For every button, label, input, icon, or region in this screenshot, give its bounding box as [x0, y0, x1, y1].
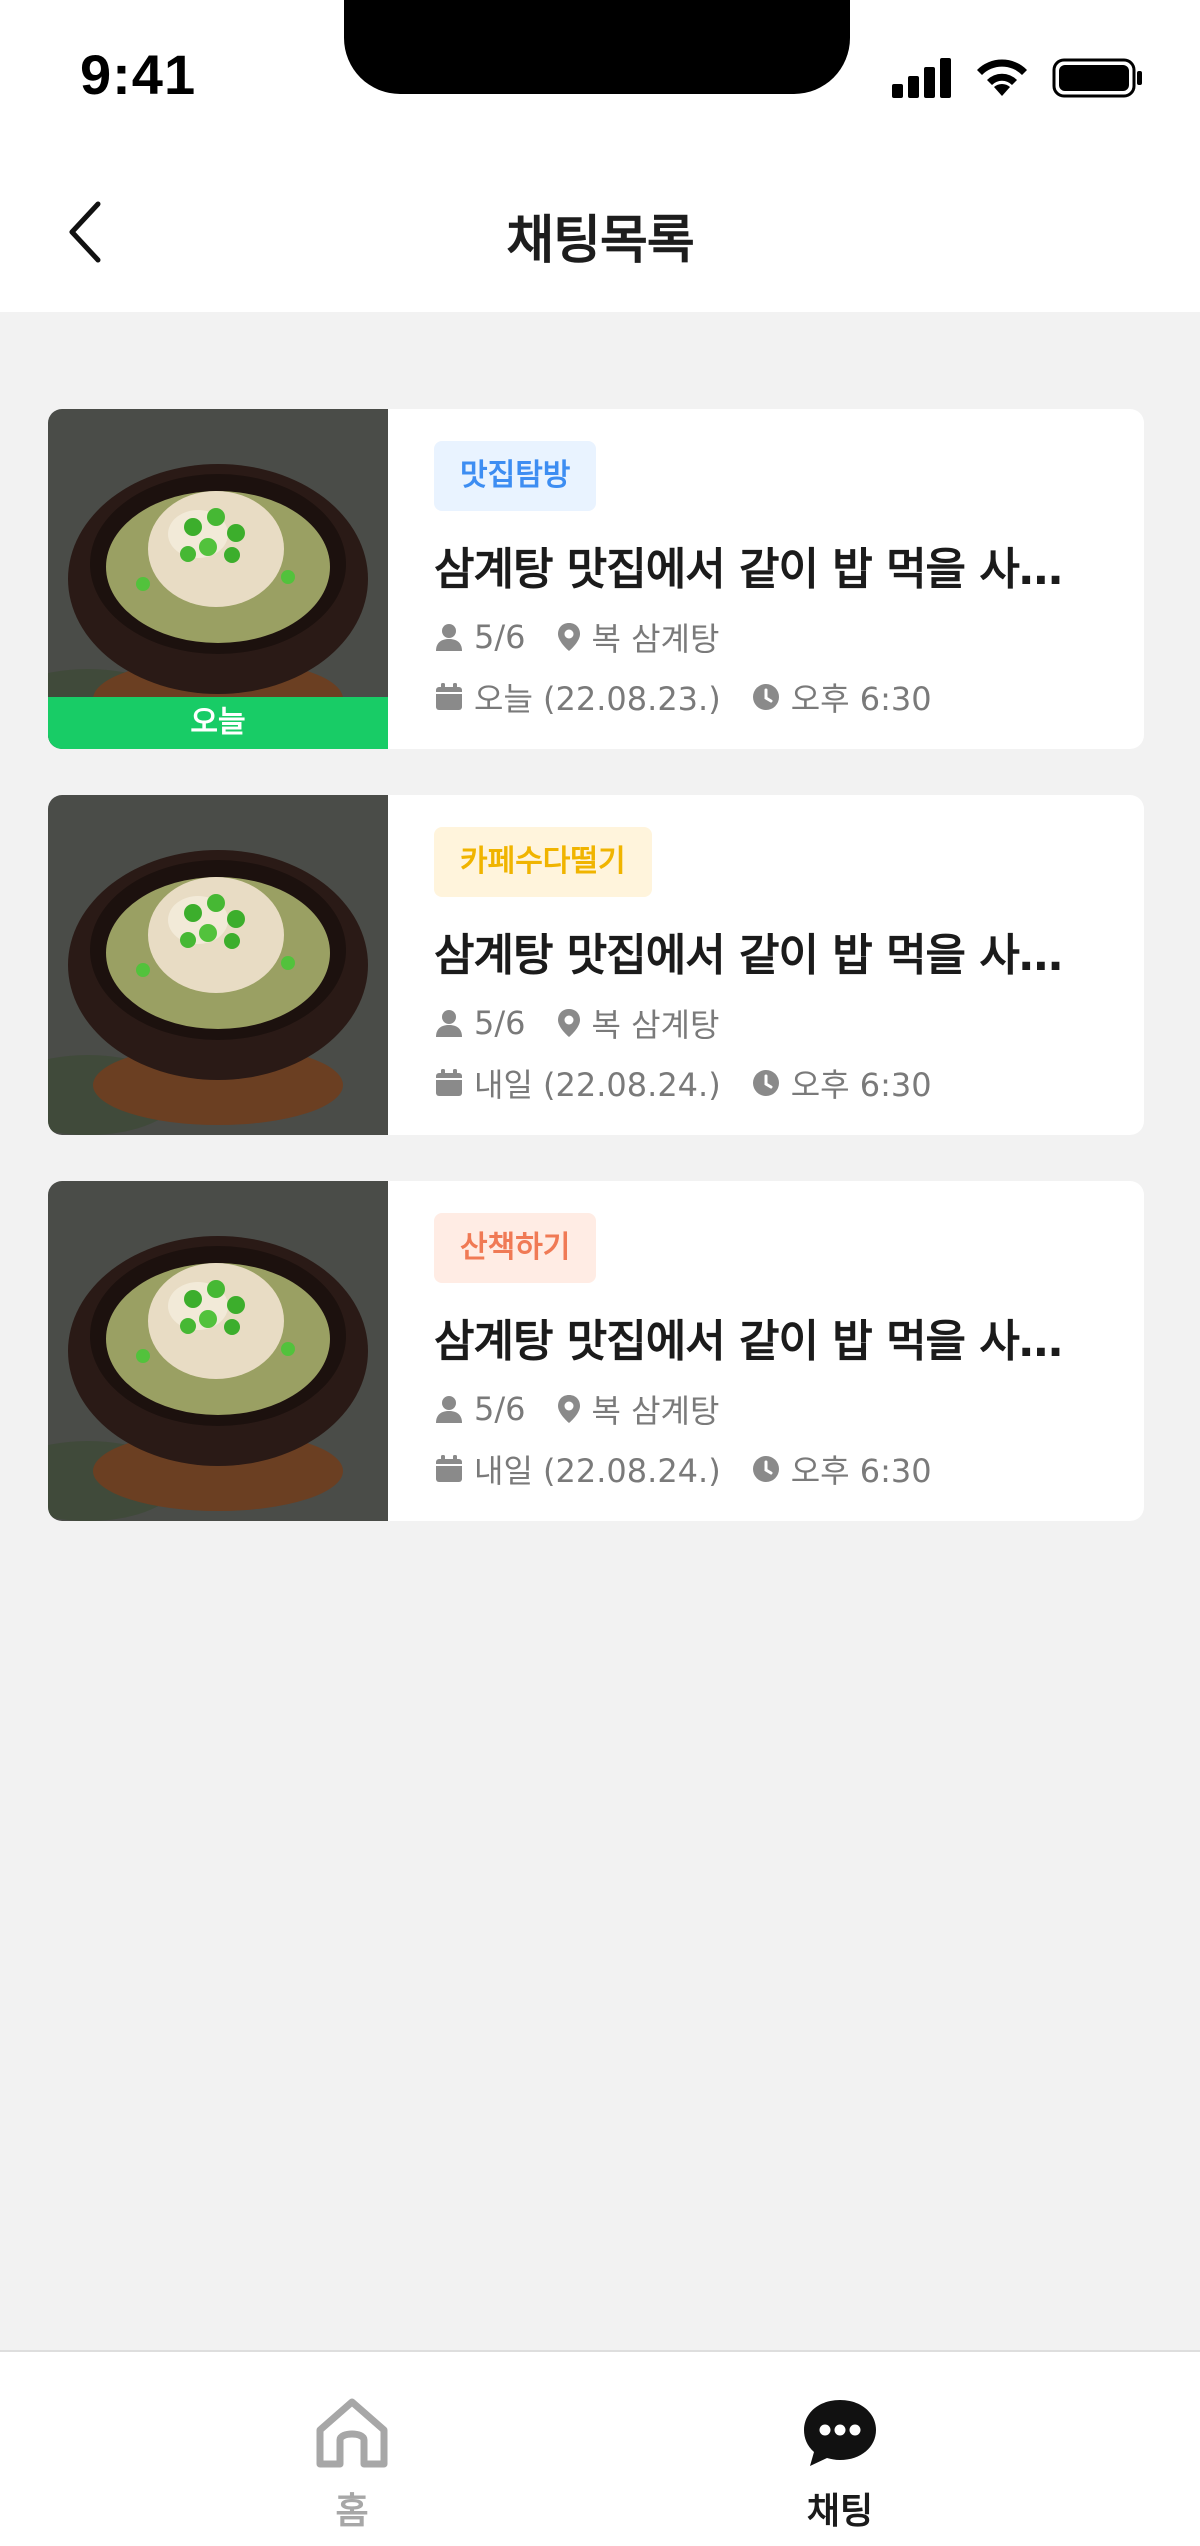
location-pin-icon — [557, 623, 580, 651]
calendar-icon — [436, 1455, 462, 1482]
app-header: 채팅목록 — [0, 150, 1200, 312]
category-tag: 산책하기 — [434, 1213, 597, 1283]
home-icon — [316, 2398, 388, 2468]
clock-icon — [752, 1070, 779, 1096]
status-icons — [890, 56, 1146, 104]
tab-home-label: 홈 — [335, 2491, 369, 2532]
date-time-row: 내일 (22.08.24.) 오후 6:30 — [434, 1061, 1100, 1105]
cellular-signal-icon — [892, 58, 951, 98]
meeting-date: 오늘 (22.08.23.) — [434, 674, 721, 720]
place-text: 복 삼계탕 — [591, 1006, 720, 1044]
calendar-icon — [436, 683, 462, 710]
members-count: 5/6 — [434, 1004, 526, 1042]
clock-icon — [752, 1456, 779, 1482]
calendar-icon — [436, 1069, 462, 1096]
category-tag: 카페수다떨기 — [434, 827, 652, 897]
place: 복 삼계탕 — [556, 614, 720, 660]
date-text: 내일 (22.08.24.) — [474, 1066, 721, 1104]
location-pin-icon — [557, 1009, 580, 1037]
date-text: 내일 (22.08.24.) — [474, 1452, 721, 1490]
tab-chat-label: 채팅 — [806, 2491, 874, 2532]
chat-room-card[interactable]: 오늘 맛집탐방 삼계탕 맛집에서 같이 밥 먹을 사… 5/6 복 삼계탕 오늘… — [48, 409, 1144, 749]
person-icon — [436, 624, 462, 651]
today-badge: 오늘 — [48, 697, 388, 749]
chat-room-info: 산책하기 삼계탕 맛집에서 같이 밥 먹을 사… 5/6 복 삼계탕 내일 (2… — [434, 1213, 1100, 1491]
members-location-row: 5/6 복 삼계탕 — [434, 1001, 1100, 1045]
members-count: 5/6 — [434, 1390, 526, 1428]
place-text: 복 삼계탕 — [591, 620, 720, 658]
members-text: 5/6 — [474, 1004, 526, 1042]
time-text: 오후 6:30 — [790, 1066, 932, 1104]
chat-room-thumbnail — [48, 1181, 388, 1521]
date-time-row: 오늘 (22.08.23.) 오후 6:30 — [434, 675, 1100, 719]
bottom-tab-bar: 홈 채팅 — [0, 2350, 1200, 2546]
members-count: 5/6 — [434, 618, 526, 656]
person-icon — [436, 1396, 462, 1423]
clock-icon — [752, 684, 779, 710]
meeting-date: 내일 (22.08.24.) — [434, 1060, 721, 1106]
chat-room-thumbnail: 오늘 — [48, 409, 388, 749]
wifi-icon — [977, 59, 1027, 96]
chat-room-info: 맛집탐방 삼계탕 맛집에서 같이 밥 먹을 사… 5/6 복 삼계탕 오늘 (2… — [434, 441, 1100, 719]
device-notch — [344, 0, 850, 94]
chat-room-title: 삼계탕 맛집에서 같이 밥 먹을 사… — [434, 930, 1063, 981]
chat-room-card[interactable]: 산책하기 삼계탕 맛집에서 같이 밥 먹을 사… 5/6 복 삼계탕 내일 (2… — [48, 1181, 1144, 1521]
meeting-date: 내일 (22.08.24.) — [434, 1446, 721, 1492]
person-icon — [436, 1010, 462, 1037]
category-tag: 맛집탐방 — [434, 441, 597, 511]
location-pin-icon — [557, 1395, 580, 1423]
battery-icon — [1052, 58, 1142, 98]
chat-room-info: 카페수다떨기 삼계탕 맛집에서 같이 밥 먹을 사… 5/6 복 삼계탕 내일 … — [434, 827, 1100, 1105]
chat-list-screen: 9:41 채팅목록 오늘 맛집탐방 삼계탕 맛집에서 같이 밥 먹을 사… 5/… — [0, 0, 1200, 2546]
chat-bubble-icon — [804, 2400, 876, 2466]
chat-room-card[interactable]: 카페수다떨기 삼계탕 맛집에서 같이 밥 먹을 사… 5/6 복 삼계탕 내일 … — [48, 795, 1144, 1135]
tab-chat[interactable]: 채팅 — [740, 2396, 940, 2534]
time-text: 오후 6:30 — [790, 1452, 932, 1490]
chat-room-title: 삼계탕 맛집에서 같이 밥 먹을 사… — [434, 1316, 1063, 1367]
place: 복 삼계탕 — [556, 1000, 720, 1046]
meeting-time: 오후 6:30 — [751, 1446, 932, 1492]
status-bar: 9:41 — [0, 0, 1200, 150]
members-location-row: 5/6 복 삼계탕 — [434, 615, 1100, 659]
status-time: 9:41 — [80, 43, 197, 106]
date-time-row: 내일 (22.08.24.) 오후 6:30 — [434, 1447, 1100, 1491]
chat-room-thumbnail — [48, 795, 388, 1135]
chat-room-title: 삼계탕 맛집에서 같이 밥 먹을 사… — [434, 544, 1063, 595]
time-text: 오후 6:30 — [790, 680, 932, 718]
members-text: 5/6 — [474, 1390, 526, 1428]
meeting-time: 오후 6:30 — [751, 1060, 932, 1106]
page-title: 채팅목록 — [506, 211, 694, 271]
members-text: 5/6 — [474, 618, 526, 656]
members-location-row: 5/6 복 삼계탕 — [434, 1387, 1100, 1431]
date-text: 오늘 (22.08.23.) — [474, 680, 721, 718]
chat-room-list: 오늘 맛집탐방 삼계탕 맛집에서 같이 밥 먹을 사… 5/6 복 삼계탕 오늘… — [48, 409, 1144, 1567]
place-text: 복 삼계탕 — [591, 1392, 720, 1430]
place: 복 삼계탕 — [556, 1386, 720, 1432]
tab-home[interactable]: 홈 — [252, 2396, 452, 2534]
meeting-time: 오후 6:30 — [751, 674, 932, 720]
